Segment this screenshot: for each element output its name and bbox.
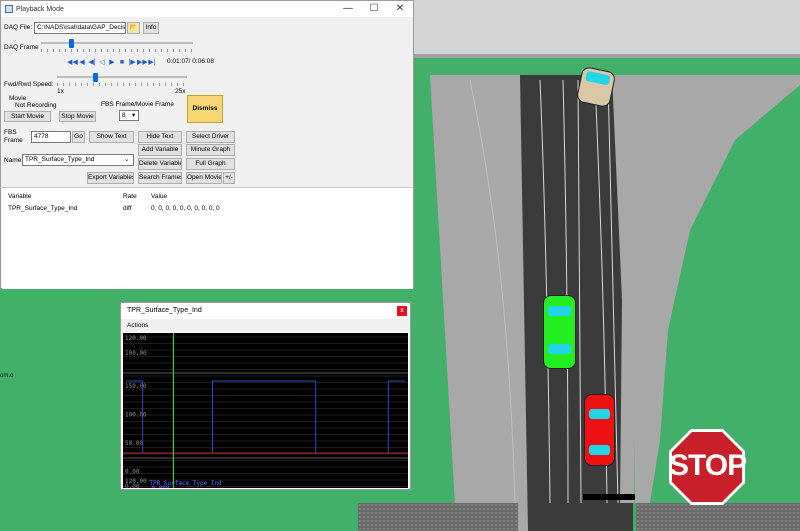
cursor-value: 0.000 [151,485,169,488]
chevron-down-icon[interactable]: ⌄ [124,155,129,163]
y-tick-label: 100.00 [125,350,147,357]
end-icon[interactable]: ▶| [147,58,157,68]
graph-svg: 120.00100.00150.00100.0050.000.00120.000… [123,333,408,488]
variable-table: Variable Rate Value TPR_Surface_Type_Ind… [2,187,413,289]
maximize-button[interactable]: ☐ [361,1,387,17]
stop-sign: STOP [669,429,747,505]
title-bar[interactable]: Playback Mode — ☐ ✕ [1,1,413,17]
sidewalk-left [358,503,518,531]
reverse-play-icon[interactable]: ◁ [97,58,107,68]
column-header-value[interactable]: Value [151,193,167,200]
delete-variable-button[interactable]: Delete Variable [138,158,182,170]
y-tick-label: 50.00 [125,440,143,447]
daq-frame-ticks [41,49,193,52]
step-forward-icon[interactable]: |▶ [127,58,137,68]
stop-sign-text: STOP [669,449,747,482]
sidewalk-right [636,503,800,531]
green-car [544,296,575,368]
daq-frame-thumb[interactable] [69,39,74,48]
side-label: om.o [0,373,14,379]
transport-controls: ◀◀ ◀ ◀| ◁ ▶ ■ |▶ ▶▶ ▶| [67,58,157,68]
folder-open-icon[interactable]: 📂 [127,22,140,34]
select-driver-button[interactable]: Select Driver [186,131,235,143]
playback-window: Playback Mode — ☐ ✕ DAQ File: C:\NADS\Is… [0,0,414,289]
y-tick-label: 120.00 [125,335,147,342]
dismiss-button[interactable]: Dismiss [187,95,223,123]
step-back-icon[interactable]: ◀| [87,58,97,68]
stop-icon[interactable]: ■ [117,58,127,68]
graph-window: TPR_Surface_Type_Ind x Actions 120.00 100… [120,302,411,490]
fbs-ratio-select[interactable]: 8 [119,110,139,121]
daq-file-field[interactable]: C:\NADS\Isat\data\GAP_Decis [34,22,126,34]
speed-max-label: 25x [175,88,186,95]
time-display: 0:01:07/ 0:06:08 [167,58,214,65]
actions-menu[interactable]: Actions [121,319,410,332]
fast-forward-icon[interactable]: ▶▶ [137,58,148,68]
y-tick-label: 150.00 [125,383,147,390]
app-icon [5,5,13,13]
window-title: Playback Mode [16,5,64,13]
daq-frame-label: DAQ Frame [4,44,39,51]
fbs-frame-label: FBS Frame [4,129,23,144]
chevron-down-icon[interactable]: ▾ [132,111,135,119]
show-text-button[interactable]: Show Text [89,131,134,143]
graph-title[interactable]: TPR_Surface_Type_Ind [121,303,410,319]
speed-thumb[interactable] [93,73,98,82]
row-rate[interactable]: diff [123,205,132,212]
stop-line [583,494,635,500]
speed-min-label: 1x [57,88,64,95]
hide-text-button[interactable]: Hide Text [138,131,182,143]
speed-ticks [57,83,187,86]
info-button[interactable]: Info [143,22,159,34]
series-line [126,380,405,454]
search-frames-button[interactable]: Search Frames [138,172,182,184]
name-label: Name: [4,157,24,164]
full-graph-button[interactable]: Full Graph [186,158,235,170]
minimize-button[interactable]: — [335,1,361,17]
fbs-ratio-label: FBS Frame/Movie Frame [101,101,174,108]
daq-file-label: DAQ File: [4,24,33,31]
open-movie-button[interactable]: Open Movie [186,172,222,184]
y-tick-label: 0.00 [125,483,140,488]
y-tick-label: 100.00 [125,412,147,419]
name-select[interactable]: TPR_Surface_Type_Ind [22,154,134,166]
rewind-fast-icon[interactable]: ◀◀ [67,58,78,68]
start-movie-button[interactable]: Start Movie [4,111,51,122]
add-variable-button[interactable]: Add Variable [138,144,182,156]
row-value[interactable]: 0, 0, 0, 0, 0, 0, 0, 0, 0, 0 [151,205,220,212]
column-header-rate[interactable]: Rate [123,193,137,200]
fbs-frame-input[interactable]: 4778 [31,131,71,143]
movie-group-label: Movie [9,95,27,102]
speed-slider[interactable] [57,76,187,78]
stop-movie-button[interactable]: Stop Movie [59,111,96,122]
rewind-icon[interactable]: ◀ [77,58,87,68]
play-icon[interactable]: ▶ [107,58,117,68]
movie-status: Not Recording [15,102,57,109]
close-button[interactable]: ✕ [387,1,413,17]
red-car [585,395,614,465]
speed-label: Fwd/Rwd Speed: [4,81,54,88]
go-button[interactable]: Go [72,131,85,143]
graph-close-button[interactable]: x [397,306,407,316]
minute-graph-button[interactable]: Minute Graph [186,144,235,156]
export-variables-button[interactable]: Export Variables [87,172,134,184]
y-tick-label: 0.00 [125,469,140,476]
daq-frame-slider[interactable] [41,42,193,44]
column-header-variable[interactable]: Variable [8,193,31,200]
row-variable[interactable]: TPR_Surface_Type_Ind [8,205,77,212]
plus-minus-button[interactable]: +/- [223,172,235,184]
graph-plot[interactable]: 120.00 100.00 150.00 100.00 50.00 0.00 120.00 0… [123,333,408,488]
